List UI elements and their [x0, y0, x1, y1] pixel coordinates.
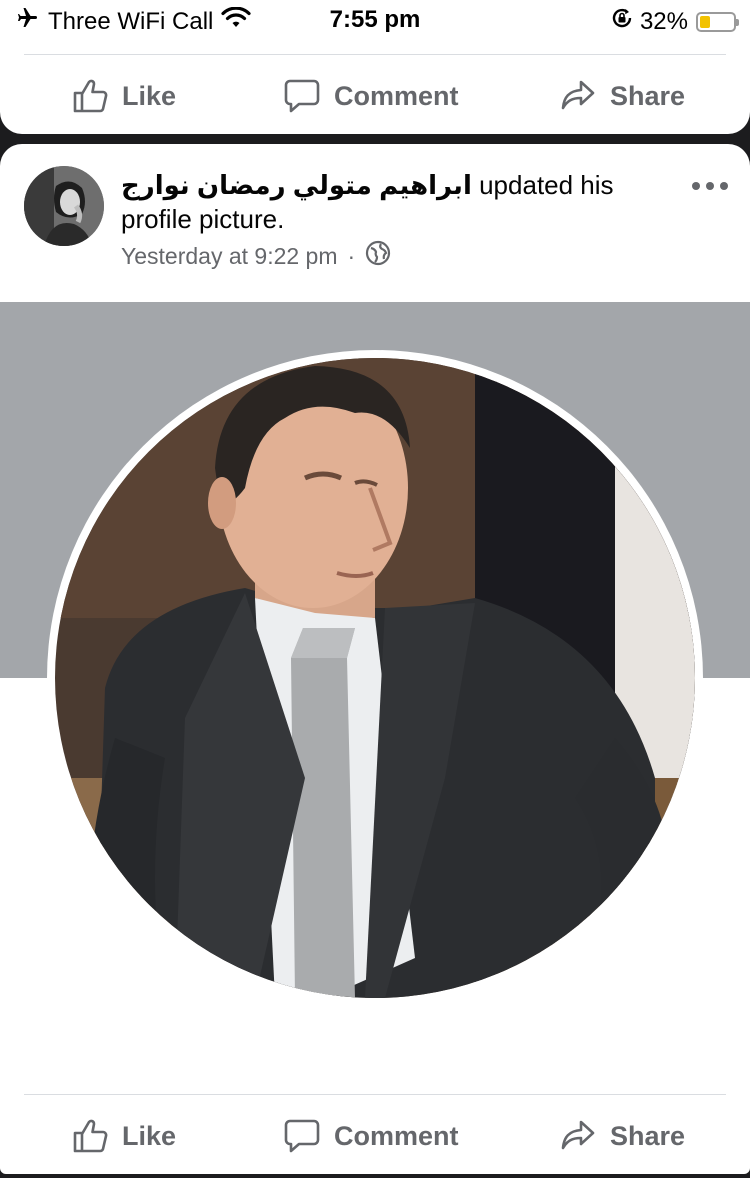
- post-meta: Yesterday at 9:22 pm ·: [121, 240, 391, 272]
- comment-button[interactable]: Comment: [284, 78, 459, 114]
- share-label: Share: [610, 1120, 686, 1151]
- share-label: Share: [610, 80, 686, 111]
- globe-icon: [365, 240, 391, 272]
- author-name[interactable]: ابراهيم متولي رمضان نوارج: [121, 170, 472, 200]
- rotation-lock-icon: [610, 6, 634, 37]
- comment-label: Comment: [334, 1120, 459, 1151]
- comment-button[interactable]: Comment: [284, 1118, 459, 1154]
- comment-label: Comment: [334, 80, 459, 111]
- share-button[interactable]: Share: [560, 1118, 685, 1154]
- like-icon: [72, 1118, 108, 1154]
- divider: [24, 54, 726, 55]
- status-right: 32%: [610, 6, 739, 37]
- meta-separator: ·: [347, 242, 356, 269]
- like-button[interactable]: Like: [72, 78, 176, 114]
- previous-post-actions: Like Comment Share: [0, 64, 750, 128]
- status-time: 7:55 pm: [329, 6, 421, 33]
- profile-picture[interactable]: [47, 350, 703, 1006]
- author-avatar[interactable]: [24, 166, 104, 246]
- like-label: Like: [122, 80, 177, 111]
- like-button[interactable]: Like: [72, 1118, 176, 1154]
- battery-fill: [700, 15, 710, 28]
- battery-icon: [696, 11, 739, 32]
- status-bar: Three WiFi Call 7:55 pm 32%: [0, 0, 750, 42]
- profile-photo-image: [55, 358, 695, 998]
- post-headline: ابراهيم متولي رمضان نوارج updated his pr…: [121, 168, 661, 236]
- post-timestamp[interactable]: Yesterday at 9:22 pm: [121, 243, 338, 270]
- share-button[interactable]: Share: [560, 78, 685, 114]
- battery-percent: 32%: [639, 7, 688, 35]
- comment-icon: [284, 1118, 320, 1154]
- divider: [24, 1094, 726, 1095]
- previous-post-card: Like Comment Share: [0, 42, 750, 134]
- share-icon: [560, 1118, 596, 1154]
- like-icon: [72, 78, 108, 114]
- post-card: ابراهيم متولي رمضان نوارج updated his pr…: [0, 144, 750, 1174]
- comment-icon: [284, 78, 320, 114]
- like-label: Like: [122, 1120, 177, 1151]
- more-icon[interactable]: [692, 174, 728, 198]
- share-icon: [560, 78, 596, 114]
- post-actions: Like Comment Share: [0, 1104, 750, 1168]
